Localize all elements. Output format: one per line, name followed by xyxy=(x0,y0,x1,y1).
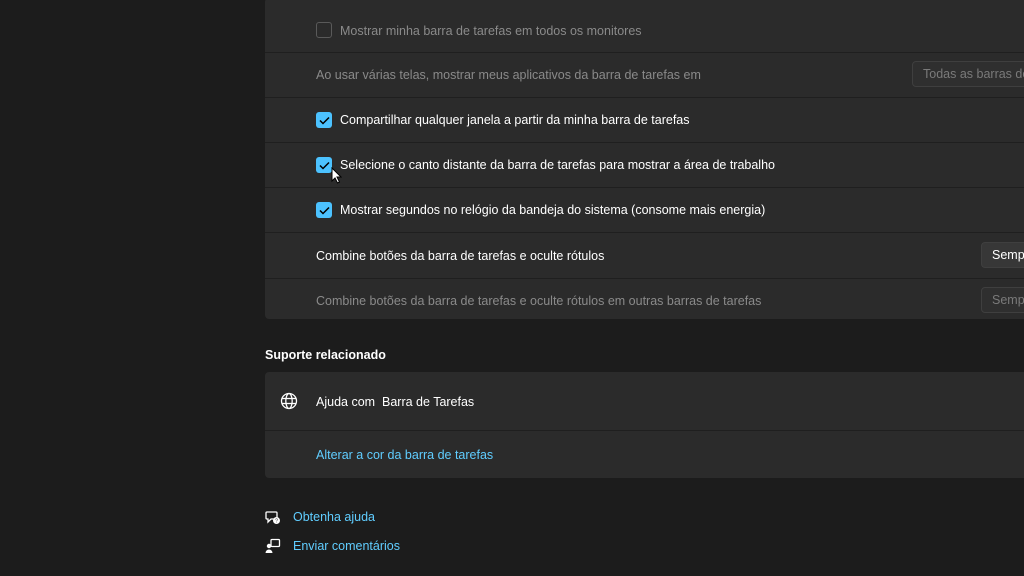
setting-row-combine-other: Combine botões da barra de tarefas e ocu… xyxy=(265,279,1024,323)
all-monitors-label: Mostrar minha barra de tarefas em todos … xyxy=(340,24,642,38)
setting-row-combine-buttons: Combine botões da barra de tarefas e ocu… xyxy=(265,233,1024,279)
all-monitors-checkbox[interactable] xyxy=(316,22,332,38)
globe-icon xyxy=(280,392,298,410)
seconds-clock-checkbox[interactable] xyxy=(316,202,332,218)
share-window-label: Compartilhar qualquer janela a partir da… xyxy=(340,113,690,127)
send-feedback-item[interactable]: Enviar comentários xyxy=(265,538,400,554)
checkmark-icon xyxy=(318,161,330,170)
combine-other-dropdown[interactable]: Sempr xyxy=(981,287,1024,313)
setting-row-far-corner[interactable]: Selecione o canto distante da barra de t… xyxy=(265,143,1024,188)
related-support-title: Suporte relacionado xyxy=(265,348,386,362)
related-support-card: Ajuda com Barra de Tarefas Alterar a cor… xyxy=(265,372,1024,478)
svg-text:?: ? xyxy=(275,519,278,525)
multiple-displays-dropdown[interactable]: Todas as barras de xyxy=(912,61,1024,87)
taskbar-behaviors-card: Mostrar minha barra de tarefas em todos … xyxy=(265,0,1024,319)
combine-buttons-label: Combine botões da barra de tarefas e ocu… xyxy=(316,249,605,263)
multiple-displays-dropdown-value: Todas as barras de xyxy=(923,67,1024,81)
setting-row-seconds-clock[interactable]: Mostrar segundos no relógio da bandeja d… xyxy=(265,188,1024,233)
far-corner-checkbox[interactable] xyxy=(316,157,332,173)
combine-other-dropdown-value: Sempr xyxy=(992,293,1024,307)
seconds-clock-label: Mostrar segundos no relógio da bandeja d… xyxy=(340,203,766,217)
help-with-taskbar-label: Ajuda com Barra de Tarefas xyxy=(316,395,475,409)
mouse-cursor-icon xyxy=(331,167,342,184)
checkmark-icon xyxy=(318,116,330,125)
change-taskbar-color-row: Alterar a cor da barra de tarefas xyxy=(265,431,1024,479)
help-with-taskbar-row[interactable]: Ajuda com Barra de Tarefas xyxy=(265,372,1024,431)
navigation-gutter xyxy=(0,0,265,576)
get-help-item[interactable]: ? Obtenha ajuda xyxy=(265,509,375,525)
setting-row-multiple-displays: Ao usar várias telas, mostrar meus aplic… xyxy=(265,53,1024,98)
combine-buttons-dropdown[interactable]: Sempr xyxy=(981,242,1024,268)
get-help-icon: ? xyxy=(265,511,280,525)
combine-buttons-dropdown-value: Sempr xyxy=(992,248,1024,262)
combine-other-label: Combine botões da barra de tarefas e ocu… xyxy=(316,294,762,308)
setting-row-all-monitors[interactable]: Mostrar minha barra de tarefas em todos … xyxy=(265,0,1024,53)
multiple-displays-label: Ao usar várias telas, mostrar meus aplic… xyxy=(316,68,701,82)
share-window-checkbox[interactable] xyxy=(316,112,332,128)
get-help-link[interactable]: Obtenha ajuda xyxy=(293,510,375,524)
feedback-icon xyxy=(265,538,281,553)
send-feedback-link[interactable]: Enviar comentários xyxy=(293,539,400,553)
far-corner-label: Selecione o canto distante da barra de t… xyxy=(340,158,775,172)
checkmark-icon xyxy=(318,206,330,215)
setting-row-share-window[interactable]: Compartilhar qualquer janela a partir da… xyxy=(265,98,1024,143)
change-taskbar-color-link[interactable]: Alterar a cor da barra de tarefas xyxy=(316,448,493,462)
